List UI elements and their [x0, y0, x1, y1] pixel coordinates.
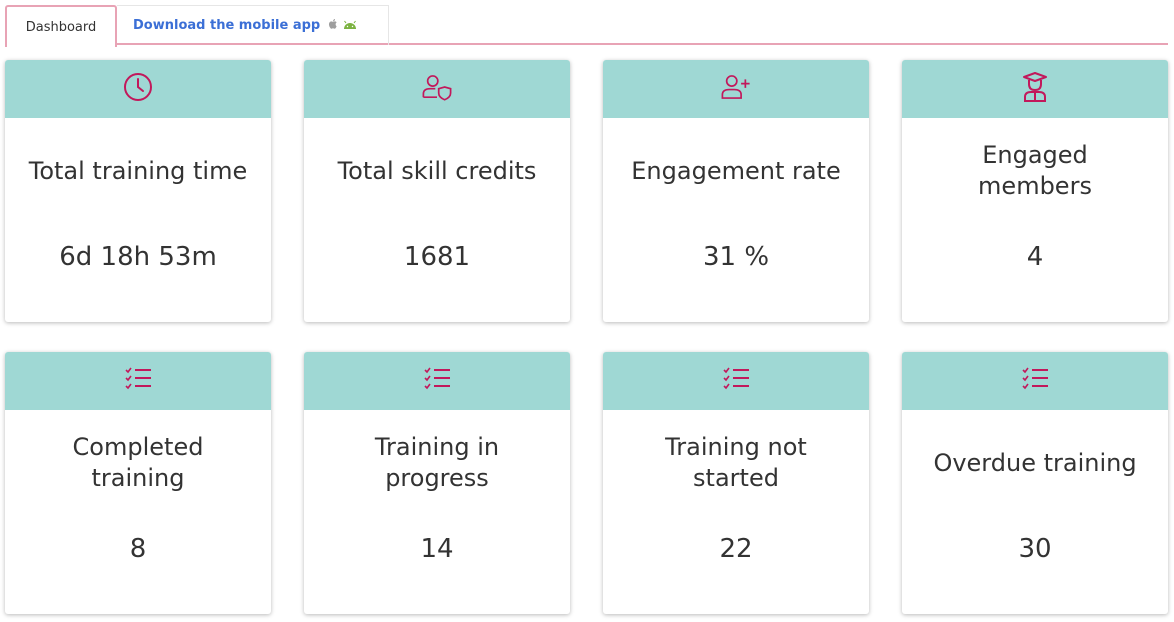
- apple-icon: [328, 18, 338, 33]
- checklist-icon: [121, 362, 155, 400]
- card-total-training-time: Total training time 6d 18h 53m: [5, 60, 271, 322]
- card-engaged-members: Engaged members 4: [902, 60, 1168, 322]
- checklist-icon: [719, 362, 753, 400]
- card-title: Total training time: [28, 156, 248, 185]
- card-header: [902, 60, 1168, 118]
- card-title: Training in progress: [374, 433, 500, 492]
- user-plus-icon: [719, 70, 753, 108]
- clock-icon: [121, 70, 155, 108]
- card-overdue-training: Overdue training 30: [902, 352, 1168, 614]
- card-value: 4: [1026, 242, 1044, 272]
- tab-download-mobile-app[interactable]: Download the mobile app: [117, 5, 389, 45]
- card-value: 1681: [403, 242, 471, 272]
- card-header: [5, 352, 271, 410]
- card-training-not-started: Training not started 22: [603, 352, 869, 614]
- card-value: 6d 18h 53m: [59, 242, 217, 272]
- card-header: [304, 60, 570, 118]
- card-header: [304, 352, 570, 410]
- card-title: Engaged members: [978, 141, 1092, 200]
- android-icon: [342, 19, 358, 33]
- card-engagement-rate: Engagement rate 31 %: [603, 60, 869, 322]
- card-title: Engagement rate: [631, 156, 841, 185]
- tab-dashboard[interactable]: Dashboard: [5, 5, 117, 47]
- card-completed-training: Completed training 8: [5, 352, 271, 614]
- card-title: Overdue training: [933, 448, 1137, 477]
- graduate-icon: [1018, 70, 1052, 108]
- card-title: Completed training: [72, 433, 204, 492]
- card-total-skill-credits: Total skill credits 1681: [304, 60, 570, 322]
- card-title: Training not started: [665, 433, 807, 492]
- card-header: [902, 352, 1168, 410]
- tab-mobile-label: Download the mobile app: [133, 18, 321, 33]
- card-header: [603, 352, 869, 410]
- card-value: 14: [420, 534, 454, 564]
- card-header: [603, 60, 869, 118]
- tab-bar: Dashboard Download the mobile app: [5, 5, 1168, 47]
- tab-dashboard-label: Dashboard: [25, 19, 97, 35]
- card-training-in-progress: Training in progress 14: [304, 352, 570, 614]
- checklist-icon: [420, 362, 454, 400]
- card-header: [5, 60, 271, 118]
- card-value: 22: [719, 534, 753, 564]
- card-value: 30: [1018, 534, 1052, 564]
- card-value: 8: [129, 534, 147, 564]
- checklist-icon: [1018, 362, 1052, 400]
- card-title: Total skill credits: [337, 156, 537, 185]
- user-shield-icon: [420, 70, 454, 108]
- card-value: 31 %: [702, 242, 770, 272]
